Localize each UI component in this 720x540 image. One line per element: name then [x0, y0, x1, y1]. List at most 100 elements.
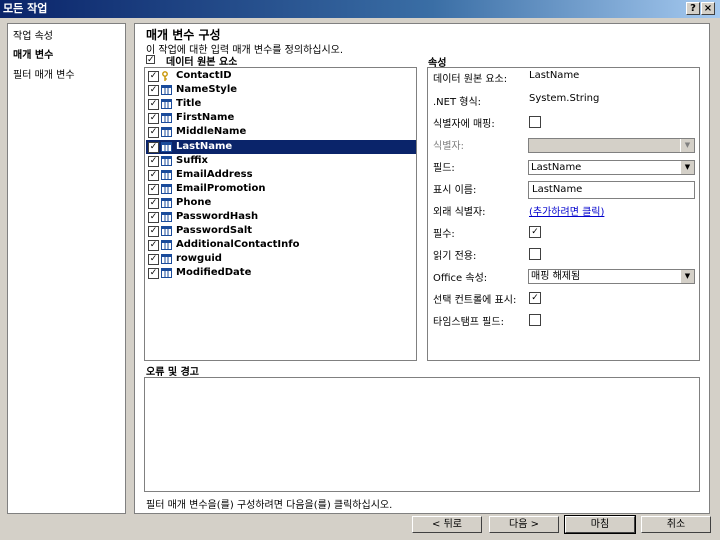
field-name: PasswordHash: [176, 211, 259, 222]
field-checkbox[interactable]: ✓: [148, 254, 159, 266]
prop-label-foreign-identifier: 외래 식별자:: [433, 207, 486, 218]
field-name: LastName: [176, 140, 233, 152]
column-icon: [161, 240, 172, 251]
column-icon: [161, 212, 172, 222]
field-checkbox[interactable]: ✓: [148, 155, 159, 167]
prop-value-data-source: LastName: [529, 70, 580, 81]
tree-header-label: 데이터 원본 요소: [166, 57, 238, 68]
column-icon: [161, 127, 172, 138]
read-only-checkbox[interactable]: [529, 248, 541, 260]
tree-row[interactable]: ✓ Title: [146, 97, 416, 111]
field-name: AdditionalContactInfo: [176, 239, 300, 251]
key-icon: [161, 71, 172, 81]
back-button[interactable]: < 뒤로: [412, 516, 482, 533]
tree-row[interactable]: ✓ Phone: [146, 196, 416, 210]
field-checkbox[interactable]: ✓: [148, 183, 159, 195]
field-name: Suffix: [176, 154, 208, 166]
field-checkbox[interactable]: ✓: [148, 268, 159, 280]
field-name: ModifiedDate: [176, 267, 252, 279]
field-checkbox[interactable]: ✓: [148, 141, 159, 153]
tree-row[interactable]: ✓ EmailAddress: [146, 168, 416, 182]
tree-row[interactable]: ✓ FirstName: [146, 111, 416, 125]
field-name: PasswordSalt: [176, 225, 253, 237]
column-icon: [161, 183, 172, 194]
field-checkbox[interactable]: ✓: [148, 197, 159, 209]
nav-item-parameters[interactable]: 매개 변수: [13, 46, 53, 61]
next-button[interactable]: 다음 >: [489, 516, 559, 533]
field-name: ContactID: [176, 70, 232, 81]
field-name: EmailAddress: [176, 168, 253, 180]
nav-item-task-properties[interactable]: 작업 속성: [13, 27, 53, 42]
prop-label-office-property: Office 속성:: [433, 273, 488, 284]
tree-row[interactable]: ✓ AdditionalContactInfo: [146, 238, 416, 252]
column-icon: [161, 254, 172, 265]
window-title: 모든 작업: [3, 2, 48, 15]
column-icon: [161, 85, 172, 96]
prop-label-data-source: 데이터 원본 요소:: [433, 74, 508, 85]
help-button[interactable]: ?: [686, 2, 700, 15]
prop-label-required: 필수:: [433, 229, 455, 240]
field-name: MiddleName: [176, 126, 247, 138]
field-checkbox[interactable]: ✓: [148, 127, 159, 139]
footer-note: 필터 매개 변수을(를) 구성하려면 다음을(를) 클릭하십시오.: [146, 500, 393, 511]
tree-header-checkbox[interactable]: ✓: [146, 55, 155, 65]
tree-row[interactable]: ✓ EmailPromotion: [146, 182, 416, 196]
prop-label-read-only: 읽기 전용:: [433, 251, 477, 262]
field-checkbox[interactable]: ✓: [148, 212, 159, 223]
prop-value-net-type: System.String: [529, 93, 600, 104]
cancel-button[interactable]: 취소: [641, 516, 711, 533]
tree-row[interactable]: ✓ PasswordHash: [146, 210, 416, 224]
chevron-down-icon[interactable]: ▼: [680, 161, 694, 174]
field-tree[interactable]: ✓ ContactID ✓ NameStyle ✓ Title ✓ FirstName ✓ Mid…: [144, 67, 417, 361]
nav-panel: 작업 속성 매개 변수 필터 매개 변수: [7, 23, 126, 514]
chevron-down-icon[interactable]: ▼: [680, 270, 694, 283]
field-name: Title: [176, 98, 202, 110]
column-icon: [161, 113, 172, 124]
prop-label-field: 필드:: [433, 163, 455, 174]
show-in-picker-checkbox[interactable]: ✓: [529, 292, 541, 304]
field-checkbox[interactable]: ✓: [148, 71, 159, 82]
tree-row[interactable]: ✓ ModifiedDate: [146, 266, 416, 280]
tree-row[interactable]: ✓ ContactID: [146, 69, 416, 83]
prop-label-show-in-picker: 선택 컨트롤에 표시:: [433, 295, 517, 306]
timestamp-field-checkbox[interactable]: [529, 314, 541, 326]
tree-row[interactable]: ✓ LastName: [146, 139, 416, 154]
field-combo[interactable]: LastName ▼: [528, 160, 695, 175]
display-name-input[interactable]: LastName: [528, 181, 695, 199]
finish-button[interactable]: 마침: [564, 515, 636, 534]
column-icon: [161, 155, 172, 166]
column-icon: [161, 226, 172, 237]
prop-label-identifier: 식별자:: [433, 141, 464, 152]
tree-row[interactable]: ✓ rowguid: [146, 252, 416, 266]
field-name: rowguid: [176, 253, 222, 265]
field-checkbox[interactable]: ✓: [148, 226, 159, 238]
prop-label-map-identifier: 식별자에 매핑:: [433, 119, 495, 130]
field-checkbox[interactable]: ✓: [148, 113, 159, 125]
properties-panel: 데이터 원본 요소: LastName .NET 형식: System.Stri…: [427, 67, 700, 361]
chevron-down-icon: ▼: [680, 139, 694, 152]
foreign-identifier-link[interactable]: (추가하려면 클릭): [529, 203, 604, 218]
column-icon: [161, 99, 172, 110]
close-button[interactable]: ×: [701, 2, 715, 15]
window-title-bar: 모든 작업: [0, 0, 720, 18]
errors-header: 오류 및 경고: [146, 367, 199, 378]
prop-label-display-name: 표시 이름:: [433, 185, 477, 196]
office-property-combo-value: 매핑 해제됨: [531, 271, 581, 282]
tree-row[interactable]: ✓ Suffix: [146, 154, 416, 168]
tree-row[interactable]: ✓ PasswordSalt: [146, 224, 416, 238]
column-icon: [161, 268, 172, 279]
field-checkbox[interactable]: ✓: [148, 169, 159, 181]
map-identifier-checkbox[interactable]: [529, 116, 541, 128]
errors-list: [144, 377, 700, 492]
required-checkbox[interactable]: ✓: [529, 226, 541, 238]
column-icon: [161, 169, 172, 180]
field-checkbox[interactable]: ✓: [148, 240, 159, 252]
field-name: NameStyle: [176, 84, 238, 96]
nav-item-filter-parameters[interactable]: 필터 매개 변수: [13, 66, 75, 81]
tree-row[interactable]: ✓ NameStyle: [146, 83, 416, 97]
field-checkbox[interactable]: ✓: [148, 99, 159, 111]
field-name: EmailPromotion: [176, 182, 266, 194]
field-checkbox[interactable]: ✓: [148, 85, 159, 97]
tree-row[interactable]: ✓ MiddleName: [146, 125, 416, 139]
office-property-combo[interactable]: 매핑 해제됨 ▼: [528, 269, 695, 284]
